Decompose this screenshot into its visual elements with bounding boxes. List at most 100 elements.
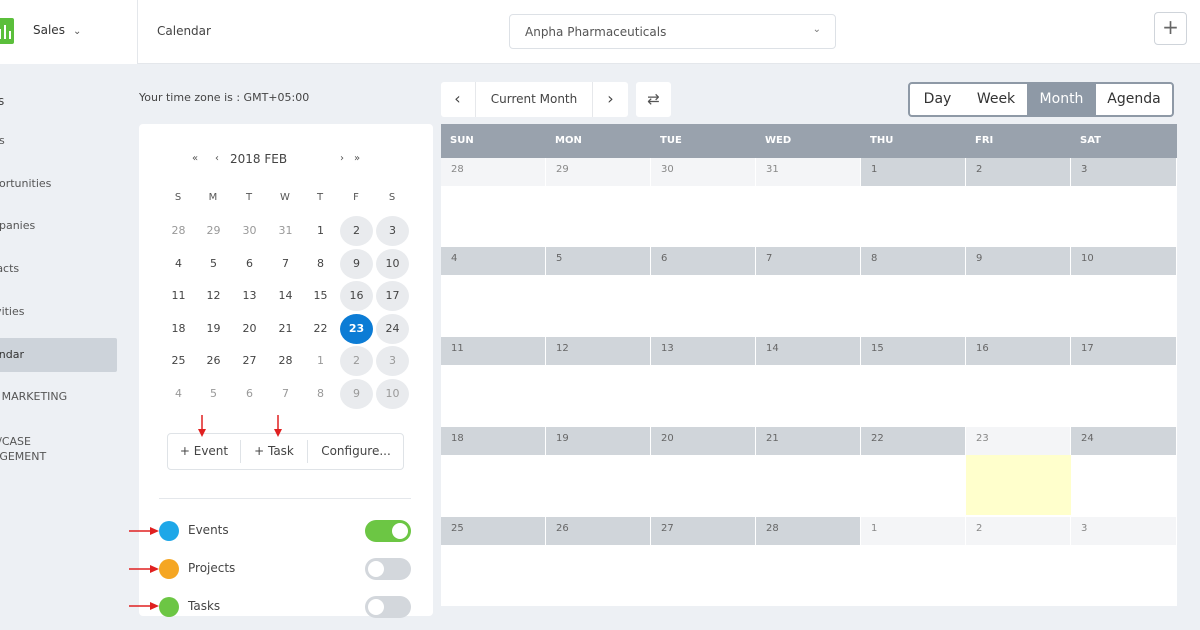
calendar-day[interactable]: 26: [546, 517, 651, 545]
prev-month-button[interactable]: ‹: [215, 153, 219, 164]
mini-day[interactable]: 21: [269, 314, 302, 344]
calendar-day[interactable]: 15: [861, 337, 966, 365]
mini-day-today[interactable]: 23: [340, 314, 373, 344]
calendar-day[interactable]: 24: [1071, 427, 1177, 455]
company-select[interactable]: Anpha Pharmaceuticals ⌄: [509, 14, 836, 49]
legend-toggle[interactable]: [365, 596, 411, 618]
sidebar-item-companies[interactable]: npanies: [0, 209, 117, 243]
calendar-day[interactable]: 6: [651, 247, 756, 275]
calendar-day[interactable]: 18: [441, 427, 546, 455]
calendar-day[interactable]: 27: [651, 517, 756, 545]
view-agenda-button[interactable]: Agenda: [1096, 84, 1172, 115]
mini-day[interactable]: 28: [162, 216, 195, 246]
mini-day[interactable]: 9: [340, 249, 373, 279]
next-month-button[interactable]: ›: [340, 153, 344, 164]
calendar-day[interactable]: 1: [861, 517, 966, 545]
mini-day[interactable]: 7: [269, 249, 302, 279]
mini-day[interactable]: 4: [162, 249, 195, 279]
calendar-day[interactable]: 25: [441, 517, 546, 545]
mini-day[interactable]: 10: [376, 249, 409, 279]
mini-day[interactable]: 11: [162, 281, 195, 311]
next-period-button[interactable]: ›: [594, 82, 627, 117]
calendar-day[interactable]: 21: [756, 427, 861, 455]
calendar-day[interactable]: 20: [651, 427, 756, 455]
app-switcher[interactable]: Sales ⌄: [33, 23, 81, 37]
mini-day[interactable]: 2: [340, 346, 373, 376]
calendar-day[interactable]: 2: [966, 517, 1071, 545]
mini-day[interactable]: 28: [269, 346, 302, 376]
configure-button[interactable]: Configure...: [308, 434, 404, 469]
calendar-day[interactable]: 1: [861, 158, 966, 186]
calendar-day[interactable]: 16: [966, 337, 1071, 365]
mini-day[interactable]: 26: [197, 346, 230, 376]
mini-day[interactable]: 1: [304, 346, 337, 376]
calendar-day[interactable]: 7: [756, 247, 861, 275]
mini-day[interactable]: 1: [304, 216, 337, 246]
mini-day[interactable]: 17: [376, 281, 409, 311]
calendar-day[interactable]: 10: [1071, 247, 1177, 275]
calendar-day[interactable]: 2: [966, 158, 1071, 186]
mini-day[interactable]: 27: [233, 346, 266, 376]
mini-day[interactable]: 9: [340, 379, 373, 409]
mini-day[interactable]: 31: [269, 216, 302, 246]
mini-day[interactable]: 2: [340, 216, 373, 246]
mini-day[interactable]: 7: [269, 379, 302, 409]
mini-day[interactable]: 6: [233, 379, 266, 409]
refresh-button[interactable]: ⇄: [636, 82, 671, 117]
mini-day[interactable]: 12: [197, 281, 230, 311]
sidebar-item-contacts[interactable]: tacts: [0, 252, 117, 286]
today-cell-highlight[interactable]: [966, 455, 1071, 515]
sidebar-item-leads[interactable]: ds: [0, 124, 117, 158]
mini-day[interactable]: 4: [162, 379, 195, 409]
current-month-button[interactable]: Current Month: [475, 82, 593, 117]
calendar-day[interactable]: 3: [1071, 158, 1177, 186]
calendar-day[interactable]: 13: [651, 337, 756, 365]
mini-day[interactable]: 16: [340, 281, 373, 311]
view-month-button[interactable]: Month: [1027, 84, 1096, 115]
calendar-day[interactable]: 12: [546, 337, 651, 365]
mini-day[interactable]: 3: [376, 216, 409, 246]
add-event-button[interactable]: + Event: [168, 434, 240, 469]
add-task-button[interactable]: + Task: [241, 434, 307, 469]
mini-day[interactable]: 18: [162, 314, 195, 344]
calendar-day[interactable]: 28: [441, 158, 546, 186]
legend-toggle[interactable]: [365, 520, 411, 542]
calendar-day[interactable]: 14: [756, 337, 861, 365]
sidebar-item-activities[interactable]: ivities: [0, 295, 117, 329]
mini-day[interactable]: 29: [197, 216, 230, 246]
first-month-button[interactable]: «: [192, 153, 198, 164]
sidebar-item-opportunities[interactable]: portunities: [0, 167, 117, 201]
calendar-day-today[interactable]: 23: [966, 427, 1071, 455]
calendar-day[interactable]: 11: [441, 337, 546, 365]
calendar-day[interactable]: 19: [546, 427, 651, 455]
sidebar-item-email-marketing[interactable]: L MARKETING: [0, 380, 117, 414]
mini-day[interactable]: 13: [233, 281, 266, 311]
mini-day[interactable]: 19: [197, 314, 230, 344]
mini-day[interactable]: 15: [304, 281, 337, 311]
mini-day[interactable]: 25: [162, 346, 195, 376]
mini-day[interactable]: 30: [233, 216, 266, 246]
mini-day[interactable]: 5: [197, 379, 230, 409]
calendar-day[interactable]: 3: [1071, 517, 1177, 545]
calendar-day[interactable]: 29: [546, 158, 651, 186]
calendar-day[interactable]: 30: [651, 158, 756, 186]
legend-toggle[interactable]: [365, 558, 411, 580]
mini-day[interactable]: 20: [233, 314, 266, 344]
calendar-day[interactable]: 22: [861, 427, 966, 455]
sidebar-item-case-management[interactable]: L/CASE AGEMENT: [0, 432, 117, 466]
calendar-day[interactable]: 5: [546, 247, 651, 275]
last-month-button[interactable]: »: [354, 153, 360, 164]
calendar-day[interactable]: 17: [1071, 337, 1177, 365]
sidebar-item-calendar[interactable]: endar: [0, 338, 117, 372]
mini-day[interactable]: 3: [376, 346, 409, 376]
mini-day[interactable]: 24: [376, 314, 409, 344]
calendar-day[interactable]: 4: [441, 247, 546, 275]
calendar-day[interactable]: 8: [861, 247, 966, 275]
mini-day[interactable]: 8: [304, 249, 337, 279]
prev-period-button[interactable]: ‹: [441, 82, 474, 117]
mini-day[interactable]: 14: [269, 281, 302, 311]
mini-day[interactable]: 5: [197, 249, 230, 279]
view-day-button[interactable]: Day: [910, 84, 965, 115]
calendar-day[interactable]: 9: [966, 247, 1071, 275]
mini-day[interactable]: 22: [304, 314, 337, 344]
